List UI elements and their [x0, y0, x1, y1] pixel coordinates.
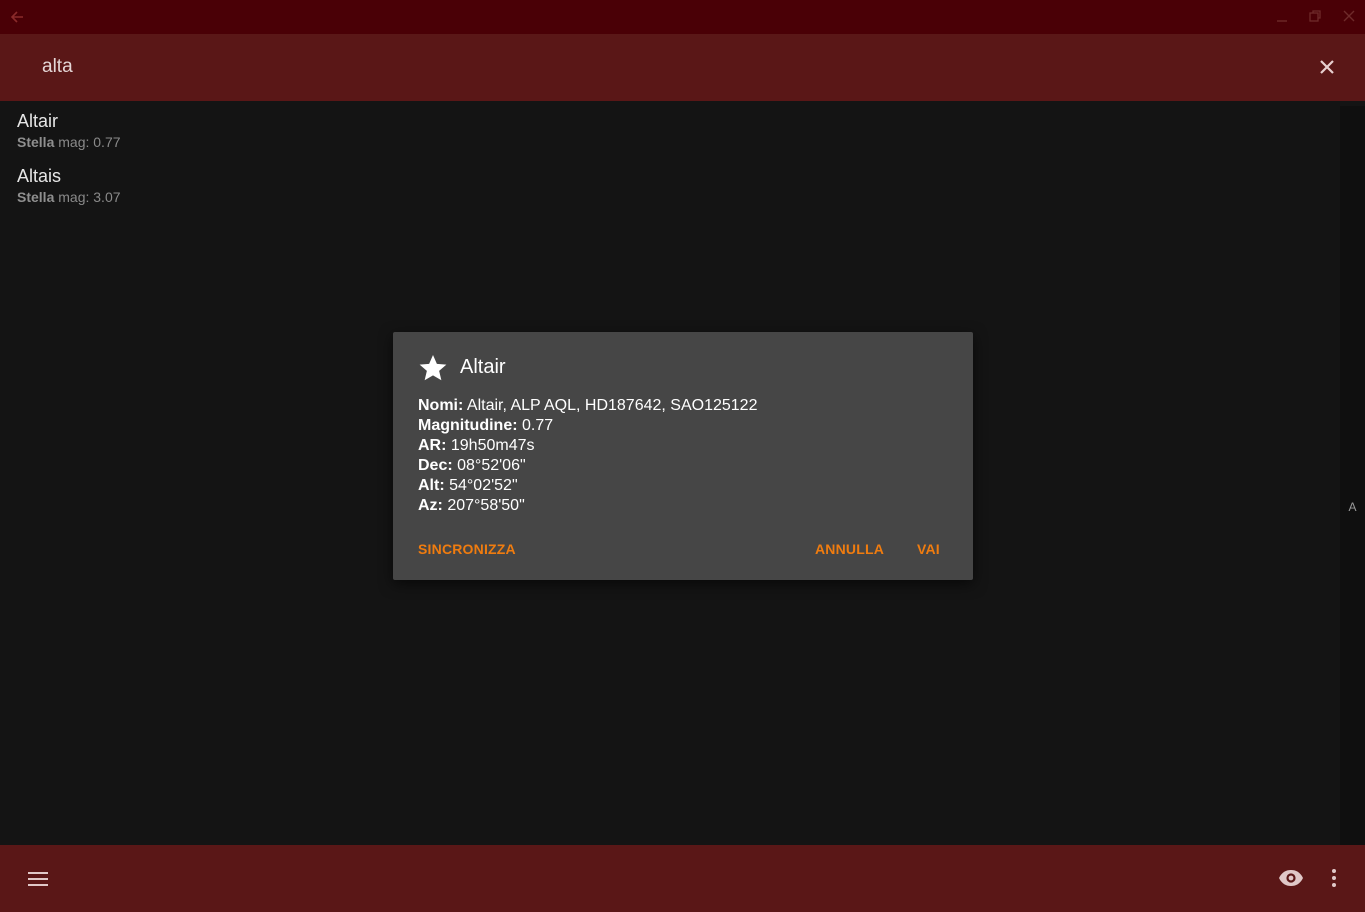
go-button[interactable]: VAI [917, 541, 940, 557]
list-item[interactable]: Altair Stella mag: 0.77 [17, 111, 121, 150]
result-magnitude: mag: 0.77 [58, 134, 121, 150]
result-details: Stella mag: 0.77 [17, 134, 121, 150]
sync-button[interactable]: SINCRONIZZA [418, 541, 516, 557]
scroll-index-letter: A [1348, 500, 1357, 514]
more-vert-icon[interactable] [1324, 867, 1344, 889]
detail-azimuth: Az: 207°58'50" [418, 497, 525, 514]
cancel-button[interactable]: ANNULLA [815, 541, 884, 557]
result-name: Altair [17, 111, 59, 131]
result-name: Altais [17, 166, 62, 186]
result-details: Stella mag: 3.07 [17, 189, 121, 205]
dialog-title: Altair [460, 356, 506, 378]
detail-declination: Dec: 08°52'06" [418, 457, 526, 474]
fast-scroll-rail[interactable]: A [1340, 106, 1365, 845]
detail-names: Nomi: Altair, ALP AQL, HD187642, SAO1251… [418, 397, 758, 414]
window-titlebar [0, 0, 1365, 34]
restore-icon[interactable] [1307, 8, 1323, 24]
result-type: Stella [17, 189, 55, 205]
star-icon [419, 355, 447, 381]
back-arrow-icon[interactable] [8, 8, 26, 26]
object-info-dialog: Altair Nomi: Altair, ALP AQL, HD187642, … [393, 332, 973, 580]
detail-right-ascension: AR: 19h50m47s [418, 437, 535, 454]
minimize-icon[interactable] [1274, 8, 1290, 24]
window-close-icon[interactable] [1341, 8, 1357, 24]
search-input[interactable]: alta [42, 56, 73, 78]
eye-icon[interactable] [1278, 868, 1304, 888]
object-details: Nomi: Altair, ALP AQL, HD187642, SAO1251… [418, 396, 757, 516]
list-item[interactable]: Altais Stella mag: 3.07 [17, 166, 121, 205]
clear-search-icon[interactable] [1316, 56, 1338, 78]
search-bar: alta [0, 34, 1365, 101]
result-magnitude: mag: 3.07 [58, 189, 121, 205]
detail-altitude: Alt: 54°02'52" [418, 477, 518, 494]
detail-magnitude: Magnitudine: 0.77 [418, 417, 554, 434]
result-type: Stella [17, 134, 55, 150]
menu-icon[interactable] [27, 869, 49, 889]
bottom-app-bar [0, 845, 1365, 912]
